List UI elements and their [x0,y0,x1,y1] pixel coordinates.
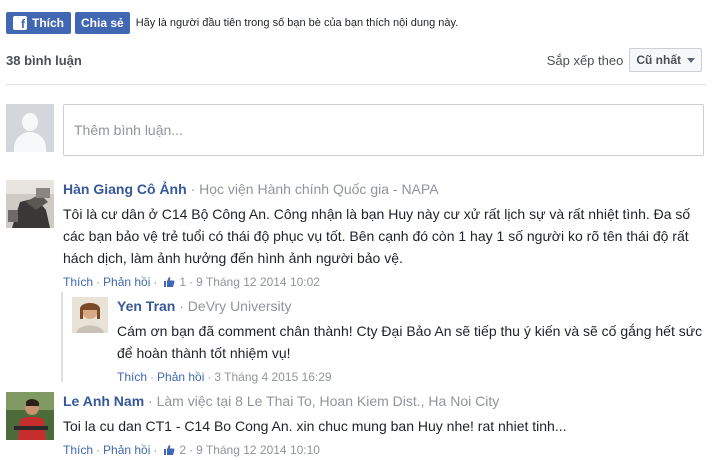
comment-reply-link[interactable]: Phản hồi [103,443,150,457]
comment-affiliation: · Làm việc tại 8 Le Thai To, Hoan Kiem D… [148,393,500,409]
comment-actions: Thích · Phản hồi · 1 · 9 Tháng 12 2014 1… [63,275,320,289]
comment-affiliation: · Học viện Hành chính Quốc gia - NAPA [190,181,439,197]
like-count: 1 [179,275,187,289]
comment-author[interactable]: Yen Tran [117,298,175,314]
comments-header: 38 bình luận Sắp xếp theo Cũ nhất [6,48,702,72]
comment-header: Le Anh Nam · Làm việc tại 8 Le Thai To, … [63,392,703,410]
sort-control: Sắp xếp theo Cũ nhất [547,48,702,72]
reply-thread-line [61,292,63,382]
chevron-down-icon [687,57,695,63]
social-plugin-bar: f Thích Chia sẻ Hãy là người đầu tiên tr… [6,12,458,34]
sort-label: Sắp xếp theo [546,52,624,68]
default-avatar [6,104,54,152]
like-count: 2 [179,443,187,457]
comment-reply-link[interactable]: Phản hồi [103,275,150,289]
comment-timestamp[interactable]: 9 Tháng 12 2014 10:02 [196,275,320,289]
thumbs-up-icon [163,444,175,456]
comment-text: Toi la cu dan CT1 - C14 Bo Cong An. xin … [63,418,567,434]
sort-value: Cũ nhất [636,53,681,67]
like-page-label: Thích [32,16,64,30]
comment-composer: Thêm bình luận... [6,104,704,158]
comment-author[interactable]: Hàn Giang Cô Ảnh [63,181,187,197]
social-context-text: Hãy là người đầu tiên trong số bạn bè củ… [135,17,459,29]
comment-reply-link[interactable]: Phản hồi [157,370,204,384]
comment-like-link[interactable]: Thích [117,370,147,384]
share-label: Chia sẻ [81,16,124,30]
comment-like-link[interactable]: Thích [63,275,93,289]
header-divider [6,84,706,85]
comment-actions: Thích · Phản hồi · 2 · 9 Tháng 12 2014 1… [63,443,320,457]
comment-author[interactable]: Le Anh Nam [63,393,144,409]
comment-text: Cám ơn bạn đã comment chân thành! Cty Đạ… [117,323,703,361]
facebook-icon: f [13,16,27,30]
thumbs-up-icon [163,276,175,288]
avatar[interactable] [6,392,54,440]
comment-count: 38 bình luận [6,52,82,68]
avatar[interactable] [6,180,54,228]
like-page-button[interactable]: f Thích [6,12,71,34]
comment-like-link[interactable]: Thích [63,443,93,457]
comment-header: Yen Tran · DeVry University [117,297,707,315]
comment-actions: Thích · Phản hồi · 3 Tháng 4 2015 16:29 [117,370,332,384]
share-button[interactable]: Chia sẻ [75,12,130,34]
sort-dropdown[interactable]: Cũ nhất [629,48,702,72]
comment-timestamp[interactable]: 3 Tháng 4 2015 16:29 [214,370,331,384]
comment-input[interactable]: Thêm bình luận... [63,104,704,156]
comment-text: Tôi là cư dân ở C14 Bộ Công An. Công nhậ… [63,206,691,266]
comment-header: Hàn Giang Cô Ảnh · Học viện Hành chính Q… [63,180,703,198]
comment-timestamp[interactable]: 9 Tháng 12 2014 10:10 [196,443,320,457]
avatar[interactable] [72,297,108,333]
comment-affiliation: · DeVry University [179,298,292,314]
